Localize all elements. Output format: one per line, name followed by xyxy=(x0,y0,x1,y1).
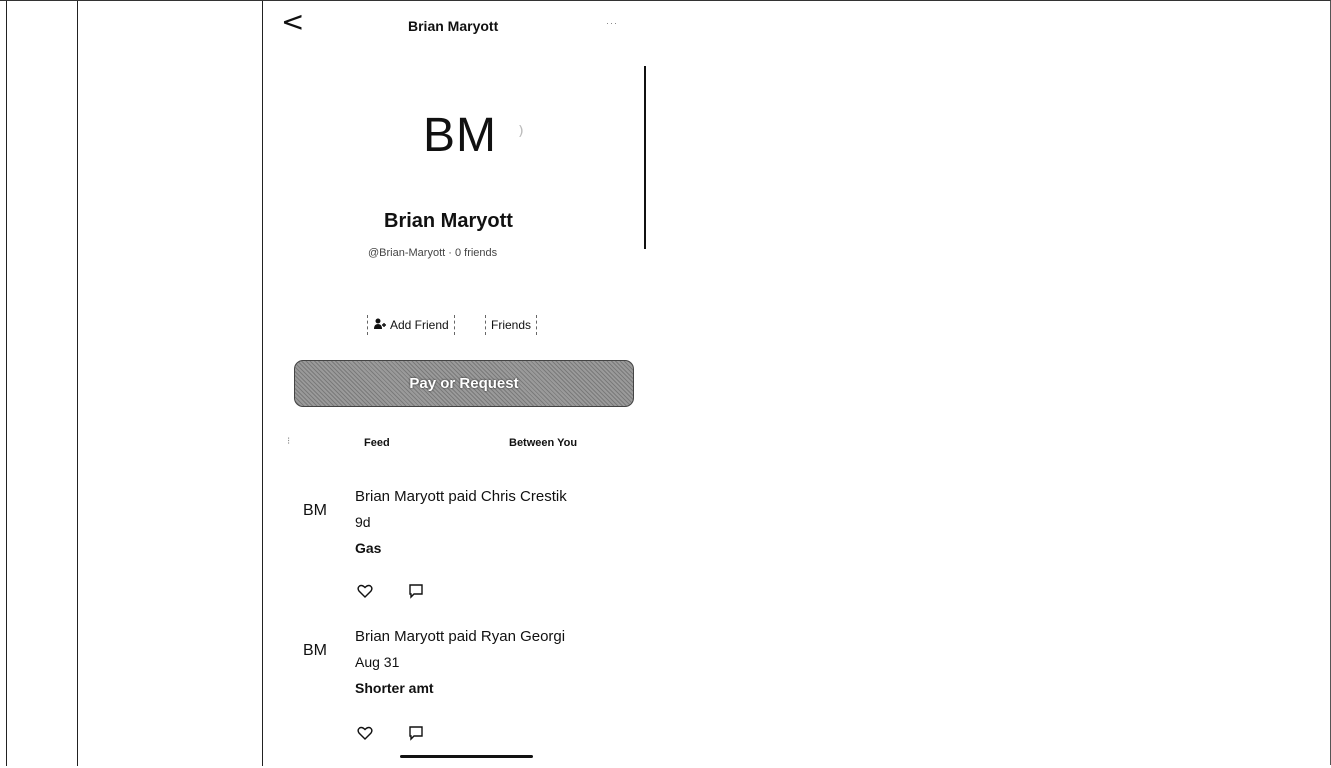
tab-feed[interactable]: Feed xyxy=(364,437,390,449)
pay-or-request-button[interactable]: Pay or Request xyxy=(294,360,634,407)
pay-or-request-label: Pay or Request xyxy=(409,375,519,392)
back-icon[interactable]: < xyxy=(281,8,304,36)
more-options-icon[interactable]: ··· xyxy=(606,18,618,28)
feed-note: Shorter amt xyxy=(355,680,434,696)
screenshot-frame xyxy=(0,0,1331,766)
comment-icon[interactable] xyxy=(408,725,426,743)
feed-date: 9d xyxy=(355,514,371,530)
feed-title: Brian Maryott paid Ryan Georgi xyxy=(355,628,566,645)
tab-between-you[interactable]: Between You xyxy=(509,437,577,449)
page-title: Brian Maryott xyxy=(408,18,499,34)
avatar: BM xyxy=(423,109,497,162)
feed-item[interactable]: BM Brian Maryott paid Chris Crestik 9d G… xyxy=(263,488,648,628)
top-bar: < Brian Maryott ··· xyxy=(263,0,648,50)
profile-screen: < Brian Maryott ··· BM ⁾ Brian Maryott @… xyxy=(263,0,648,765)
like-icon[interactable] xyxy=(357,725,375,743)
friends-button[interactable]: Friends xyxy=(485,315,538,335)
feed-avatar: BM xyxy=(303,502,327,519)
feed-note: Gas xyxy=(355,540,382,556)
home-indicator xyxy=(400,755,533,758)
feed-item[interactable]: BM Brian Maryott paid Ryan Georgi Aug 31… xyxy=(263,628,648,768)
camera-icon: ⁾ xyxy=(518,122,524,149)
divider xyxy=(6,1,7,766)
feed-date: Aug 31 xyxy=(355,654,400,670)
profile-name: Brian Maryott xyxy=(384,210,513,232)
friends-label: Friends xyxy=(491,318,532,332)
add-friend-label: Add Friend xyxy=(390,318,449,332)
comment-icon[interactable] xyxy=(408,583,426,601)
scrollbar[interactable] xyxy=(644,66,646,249)
add-person-icon xyxy=(373,318,387,333)
feed-title: Brian Maryott paid Chris Crestik xyxy=(355,488,567,505)
profile-handle: @Brian-Maryott · 0 friends xyxy=(368,247,498,259)
tab-marker: ⁝ xyxy=(287,436,291,447)
add-friend-button[interactable]: Add Friend xyxy=(367,315,455,335)
feed-avatar: BM xyxy=(303,642,327,659)
like-icon[interactable] xyxy=(357,583,375,601)
divider xyxy=(77,1,78,766)
